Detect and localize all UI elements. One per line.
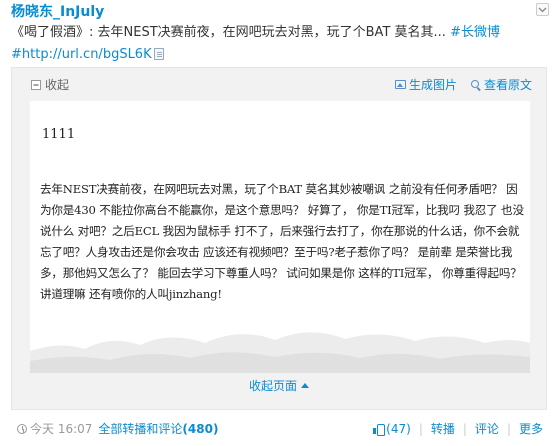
image-icon [394,80,406,89]
mountain-background [30,332,530,373]
collapse-icon [31,79,41,90]
long-post-body: 去年NEST决赛前夜，在网吧玩去对黑，玩了个BAT 莫名其妙被嘲讽 之前没有任何… [40,182,524,301]
chevron-down-icon[interactable] [536,3,549,16]
generate-image-button[interactable]: 生成图片 [394,76,457,93]
divider: | [506,421,511,436]
collapse-top-button[interactable]: 收起 [31,76,69,93]
comment-button[interactable]: 评论 [475,420,499,437]
repost-button[interactable]: 转播 [431,420,455,437]
collapse-page-label: 收起页面 [248,379,297,393]
post-time: 今天 16:07 [30,422,93,436]
footer-actions: (47) | 转播 | 评论 | 更多 [373,420,543,437]
view-original-label: 查看原文 [483,78,532,92]
collapse-bottom-row: 收起页面 [12,377,546,394]
long-post-page: 1111 去年NEST决赛前夜，在网吧玩去对黑，玩了个BAT 莫名其妙被嘲讽 之… [30,101,530,373]
hashtag-link[interactable]: #长微博 [450,25,500,40]
chevron-up-icon [301,383,309,388]
search-icon [470,79,481,90]
divider: | [418,421,423,436]
divider: | [462,421,467,436]
thumb-up-icon [373,423,386,436]
post-footer: 今天 16:07 全部转播和评论(480) (47) | 转播 | 评论 | 更多 [11,417,547,437]
collapse-page-button[interactable]: 收起页面 [249,379,309,393]
footer-left: 今天 16:07 全部转播和评论(480) [17,420,218,437]
long-post-title: 1111 [42,127,76,142]
like-count: (47) [386,421,411,436]
clock-icon [17,424,27,434]
short-url-link[interactable]: #http://url.cn/bgSL6K [11,47,152,62]
card-toolbar: 收起 生成图片 查看原文 [12,68,546,98]
generate-image-label: 生成图片 [408,78,457,92]
card-tools: 生成图片 查看原文 [394,76,532,93]
all-reposts-link[interactable]: 全部转播和评论(480) [98,422,218,436]
view-original-button[interactable]: 查看原文 [470,76,532,93]
author-name[interactable]: 杨晓东_InJuly [11,1,104,21]
document-icon [153,48,164,60]
like-button[interactable]: (47) [373,422,411,436]
more-button[interactable]: 更多 [519,420,543,437]
collapse-top-label: 收起 [45,78,70,92]
all-reposts-label: 全部转播和评论 [98,422,183,436]
long-post-card: 收起 生成图片 查看原文 1111 去年NEST决赛前夜，在网吧玩去对黑，玩了个… [11,67,547,410]
all-reposts-count: (480) [182,422,219,436]
post-text: 《喝了假酒》: 去年NEST决赛前夜，在网吧玩去对黑，玩了个BAT 莫名其...… [11,22,547,66]
post-summary: 《喝了假酒》: 去年NEST决赛前夜，在网吧玩去对黑，玩了个BAT 莫名其... [11,25,451,40]
